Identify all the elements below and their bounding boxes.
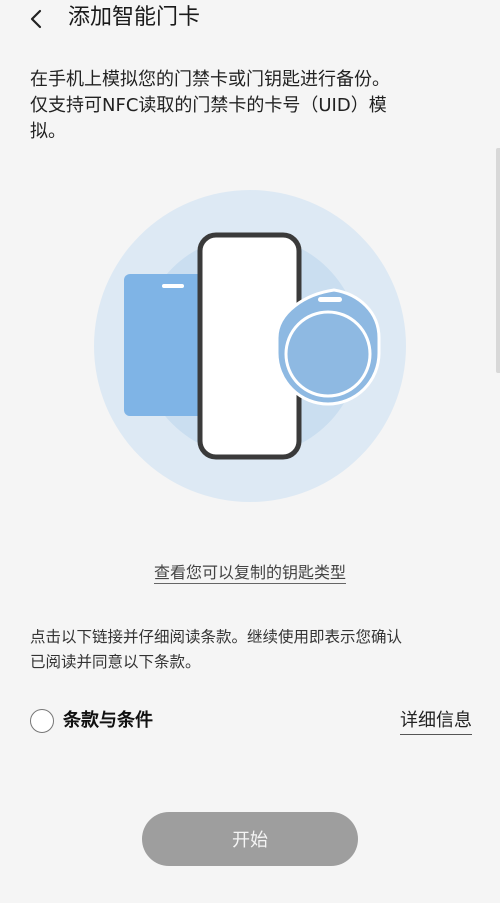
details-link[interactable]: 详细信息 [400,708,472,735]
access-card-slot [162,284,184,288]
terms-label[interactable]: 条款与条件 [63,708,153,734]
back-button[interactable] [18,2,54,36]
back-arrow-icon [30,9,42,29]
header: 添加智能门卡 [0,0,500,40]
terms-row: 条款与条件 详细信息 [30,706,472,738]
nfc-illustration-graphic [94,190,406,502]
terms-notice-line: 点击以下链接并仔细阅读条款。继续使用即表示您确认 [30,628,403,646]
start-button[interactable]: 开始 [142,812,358,866]
terms-accept-radio[interactable] [30,709,54,733]
terms-notice-line: 已阅读并同意以下条款。 [30,653,201,671]
nfc-illustration [94,190,406,502]
intro-line: 仅支持可NFC读取的门禁卡的卡号（UID）模 [30,95,387,116]
key-types-link[interactable]: 查看您可以复制的钥匙类型 [153,563,346,584]
add-smart-door-card-screen: 添加智能门卡 在手机上模拟您的门禁卡或门钥匙进行备份。 仅支持可NFC读取的门禁… [0,0,500,903]
key-fob-icon [275,288,381,406]
intro-line: 拟。 [30,121,66,142]
terms-notice: 点击以下链接并仔细阅读条款。继续使用即表示您确认 已阅读并同意以下条款。 [30,625,476,675]
key-fob-hole [318,297,342,302]
edge-panel-handle[interactable] [496,148,500,373]
intro-line: 在手机上模拟您的门禁卡或门钥匙进行备份。 [30,69,390,90]
page-title: 添加智能门卡 [68,5,201,30]
key-types-link-row: 查看您可以复制的钥匙类型 [0,562,500,584]
intro-description: 在手机上模拟您的门禁卡或门钥匙进行备份。 仅支持可NFC读取的门禁卡的卡号（UI… [30,67,476,145]
